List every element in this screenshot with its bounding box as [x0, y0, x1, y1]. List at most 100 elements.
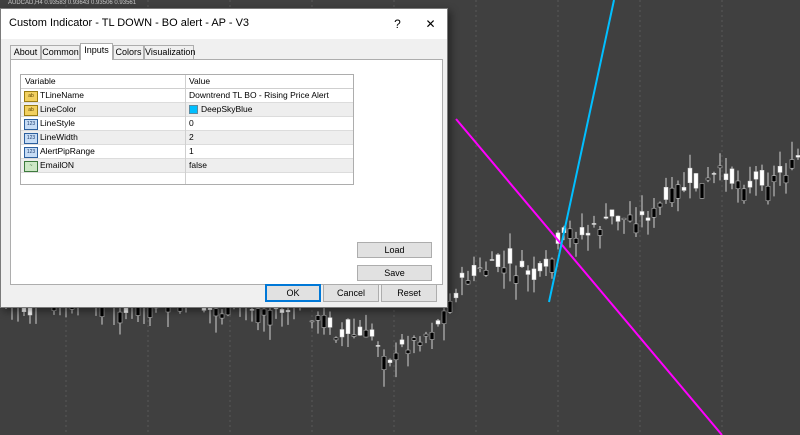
candle-body: [435, 320, 441, 325]
candle-body: [351, 334, 357, 337]
candle-body: [525, 270, 531, 275]
table-row[interactable]: ab TLineName Downtrend TL BO - Rising Pr…: [21, 89, 353, 103]
table-header: Variable Value: [21, 75, 353, 89]
candle-body: [777, 165, 783, 173]
variable-name: AlertPipRange: [40, 146, 95, 156]
candle-body: [729, 168, 735, 184]
candle-body: [441, 310, 447, 324]
candle-body: [603, 216, 609, 219]
candle-body: [711, 173, 717, 175]
candle-body: [675, 184, 681, 199]
variable-value[interactable]: 2: [189, 131, 194, 144]
tab-common[interactable]: Common: [41, 45, 80, 59]
load-button[interactable]: Load: [357, 242, 432, 258]
candle-body: [453, 292, 459, 299]
color-value-cell[interactable]: DeepSkyBlue: [189, 103, 349, 116]
candle-body: [471, 265, 477, 276]
candle-body: [147, 306, 153, 318]
candle-body: [321, 315, 327, 328]
table-row[interactable]: 123 LineStyle 0: [21, 117, 353, 131]
candle-body: [717, 165, 723, 169]
header-value: Value: [189, 76, 211, 86]
candle-body: [447, 301, 453, 313]
variable-value[interactable]: false: [189, 159, 207, 172]
candle-body: [369, 329, 375, 337]
table-row[interactable]: 123 AlertPipRange 1: [21, 145, 353, 159]
inputs-table: Variable Value ab TLineName Downtrend TL…: [20, 74, 354, 185]
variable-name: LineWidth: [40, 132, 78, 142]
candle-body: [483, 270, 489, 276]
candle-body: [567, 228, 573, 239]
close-button[interactable]: ✕: [414, 9, 447, 39]
candle-body: [543, 258, 549, 267]
candle-body: [657, 202, 663, 208]
tab-inputs[interactable]: Inputs: [80, 43, 113, 60]
ok-button[interactable]: OK: [265, 284, 321, 302]
help-button[interactable]: ?: [381, 9, 414, 39]
candle-body: [585, 232, 591, 236]
dialog-titlebar[interactable]: Custom Indicator - TL DOWN - BO alert - …: [1, 9, 447, 39]
candle-body: [771, 175, 777, 183]
candle-body: [363, 329, 369, 338]
candle-body: [423, 333, 429, 337]
tab-about[interactable]: About: [10, 45, 41, 59]
bool-icon: ~: [24, 161, 38, 172]
candle-body: [255, 308, 261, 323]
candle-body: [339, 329, 345, 338]
candle-body: [765, 185, 771, 202]
candle-body: [669, 187, 675, 203]
candle-body: [285, 309, 291, 313]
candle-body: [627, 214, 633, 222]
candle-body: [699, 183, 705, 199]
color-icon: ab: [24, 105, 38, 116]
dialog-title: Custom Indicator - TL DOWN - BO alert - …: [9, 17, 250, 29]
candle-body: [537, 263, 543, 272]
candle-body: [465, 280, 471, 285]
candle-body: [747, 180, 753, 188]
table-row[interactable]: ~ EmailON false: [21, 159, 353, 173]
custom-indicator-dialog: Custom Indicator - TL DOWN - BO alert - …: [0, 8, 448, 308]
candle-body: [549, 258, 555, 273]
candle-body: [219, 313, 225, 319]
candle-body: [213, 308, 219, 317]
variable-value[interactable]: Downtrend TL BO - Rising Price Alert: [189, 89, 329, 102]
variable-value[interactable]: 0: [189, 117, 194, 130]
candle-body: [507, 248, 513, 264]
header-variable: Variable: [25, 76, 56, 86]
candle-body: [723, 173, 729, 181]
candle-body: [789, 159, 795, 169]
candle-body: [531, 268, 537, 280]
tab-visualization[interactable]: Visualization: [144, 45, 195, 59]
variable-value: DeepSkyBlue: [201, 104, 253, 114]
candle-body: [759, 170, 765, 186]
candle-body: [621, 217, 627, 220]
inputs-panel: Variable Value ab TLineName Downtrend TL…: [10, 59, 443, 285]
candle-body: [393, 352, 399, 361]
reset-button[interactable]: Reset: [381, 284, 437, 302]
color-swatch: [189, 105, 198, 114]
candle-body: [477, 267, 483, 270]
candle-body: [333, 337, 339, 341]
string-icon: ab: [24, 91, 38, 102]
candle-body: [705, 177, 711, 181]
candle-body: [741, 188, 747, 201]
column-divider[interactable]: [185, 75, 186, 184]
variable-name: EmailON: [40, 160, 75, 170]
variable-value[interactable]: 1: [189, 145, 194, 158]
table-row[interactable]: 123 LineWidth 2: [21, 131, 353, 145]
variable-name: LineStyle: [40, 118, 75, 128]
candle-body: [387, 359, 393, 363]
candle-body: [405, 349, 411, 354]
save-button[interactable]: Save: [357, 265, 432, 281]
candle-body: [639, 211, 645, 216]
candle-body: [261, 308, 267, 316]
candle-body: [735, 180, 741, 189]
candle-body: [249, 309, 255, 311]
candle-body: [309, 320, 315, 323]
candle-body: [459, 272, 465, 278]
table-row[interactable]: ab LineColor DeepSkyBlue: [21, 103, 353, 117]
tab-colors[interactable]: Colors: [113, 45, 144, 59]
candle-body: [591, 223, 597, 225]
candle-body: [681, 187, 687, 191]
cancel-button[interactable]: Cancel: [323, 284, 379, 302]
